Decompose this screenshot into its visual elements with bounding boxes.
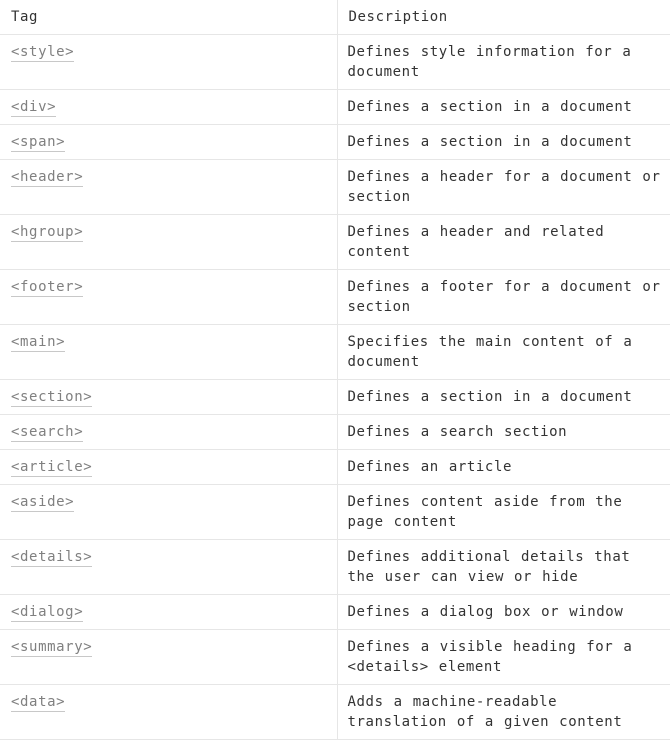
tag-cell: <search> (0, 414, 338, 450)
tag-link[interactable]: <article> (11, 459, 93, 477)
description-cell: Defines a footer for a document or secti… (337, 269, 670, 325)
tag-link[interactable]: <dialog> (11, 604, 84, 622)
tag-link[interactable]: <summary> (11, 639, 93, 657)
table-row: <style> Defines style information for a … (0, 34, 670, 90)
table-header: Tag Description (0, 0, 670, 35)
description-column-header: Description (337, 0, 670, 35)
tag-cell: <hgroup> (0, 214, 338, 270)
tag-cell: <div> (0, 89, 338, 125)
table-row: <details> Defines additional details tha… (0, 539, 670, 595)
table-row: <div> Defines a section in a document (0, 89, 670, 125)
description-cell: Defines a section in a document (337, 89, 670, 125)
table-row: <header> Defines a header for a document… (0, 159, 670, 215)
table-row: <hgroup> Defines a header and related co… (0, 214, 670, 270)
description-cell: Defines content aside from the page cont… (337, 484, 670, 540)
tag-cell: <section> (0, 379, 338, 415)
tag-link[interactable]: <aside> (11, 494, 75, 512)
tag-cell: <summary> (0, 629, 338, 685)
tag-cell: <dialog> (0, 594, 338, 630)
table-row: <main> Specifies the main content of a d… (0, 324, 670, 380)
description-cell: Defines a visible heading for a <details… (337, 629, 670, 685)
table-row: <article> Defines an article (0, 449, 670, 485)
tag-cell: <data> (0, 684, 338, 740)
table-row: <section> Defines a section in a documen… (0, 379, 670, 415)
tag-link[interactable]: <hgroup> (11, 224, 84, 242)
tag-cell: <style> (0, 34, 338, 90)
tag-link[interactable]: <search> (11, 424, 84, 442)
tag-link[interactable]: <data> (11, 694, 66, 712)
tag-cell: <main> (0, 324, 338, 380)
description-cell: Defines additional details that the user… (337, 539, 670, 595)
tag-cell: <article> (0, 449, 338, 485)
table-row: <dialog> Defines a dialog box or window (0, 594, 670, 630)
table-row: <aside> Defines content aside from the p… (0, 484, 670, 540)
tag-link[interactable]: <span> (11, 134, 66, 152)
tag-link[interactable]: <main> (11, 334, 66, 352)
description-cell: Defines a section in a document (337, 124, 670, 160)
tag-cell: <aside> (0, 484, 338, 540)
tag-link[interactable]: <section> (11, 389, 93, 407)
tag-column-header: Tag (0, 0, 338, 35)
description-cell: Defines a dialog box or window (337, 594, 670, 630)
tag-cell: <span> (0, 124, 338, 160)
description-cell: Defines a header for a document or secti… (337, 159, 670, 215)
description-cell: Defines a section in a document (337, 379, 670, 415)
table-row: <span> Defines a section in a document (0, 124, 670, 160)
tags-table: Tag Description <style> Defines style in… (0, 0, 670, 740)
description-cell: Defines style information for a document (337, 34, 670, 90)
description-cell: Defines a search section (337, 414, 670, 450)
table-body: <style> Defines style information for a … (0, 34, 670, 740)
description-cell: Specifies the main content of a document (337, 324, 670, 380)
tag-link[interactable]: <details> (11, 549, 93, 567)
tag-cell: <header> (0, 159, 338, 215)
tag-link[interactable]: <style> (11, 44, 75, 62)
tag-link[interactable]: <header> (11, 169, 84, 187)
table-row: <footer> Defines a footer for a document… (0, 269, 670, 325)
table-row: <data> Adds a machine-readable translati… (0, 684, 670, 740)
description-cell: Defines an article (337, 449, 670, 485)
tag-cell: <details> (0, 539, 338, 595)
tag-link[interactable]: <div> (11, 99, 57, 117)
table-row: <search> Defines a search section (0, 414, 670, 450)
table-row: <summary> Defines a visible heading for … (0, 629, 670, 685)
description-cell: Adds a machine-readable translation of a… (337, 684, 670, 740)
tag-cell: <footer> (0, 269, 338, 325)
tag-link[interactable]: <footer> (11, 279, 84, 297)
header-row: Tag Description (0, 0, 670, 35)
description-cell: Defines a header and related content (337, 214, 670, 270)
